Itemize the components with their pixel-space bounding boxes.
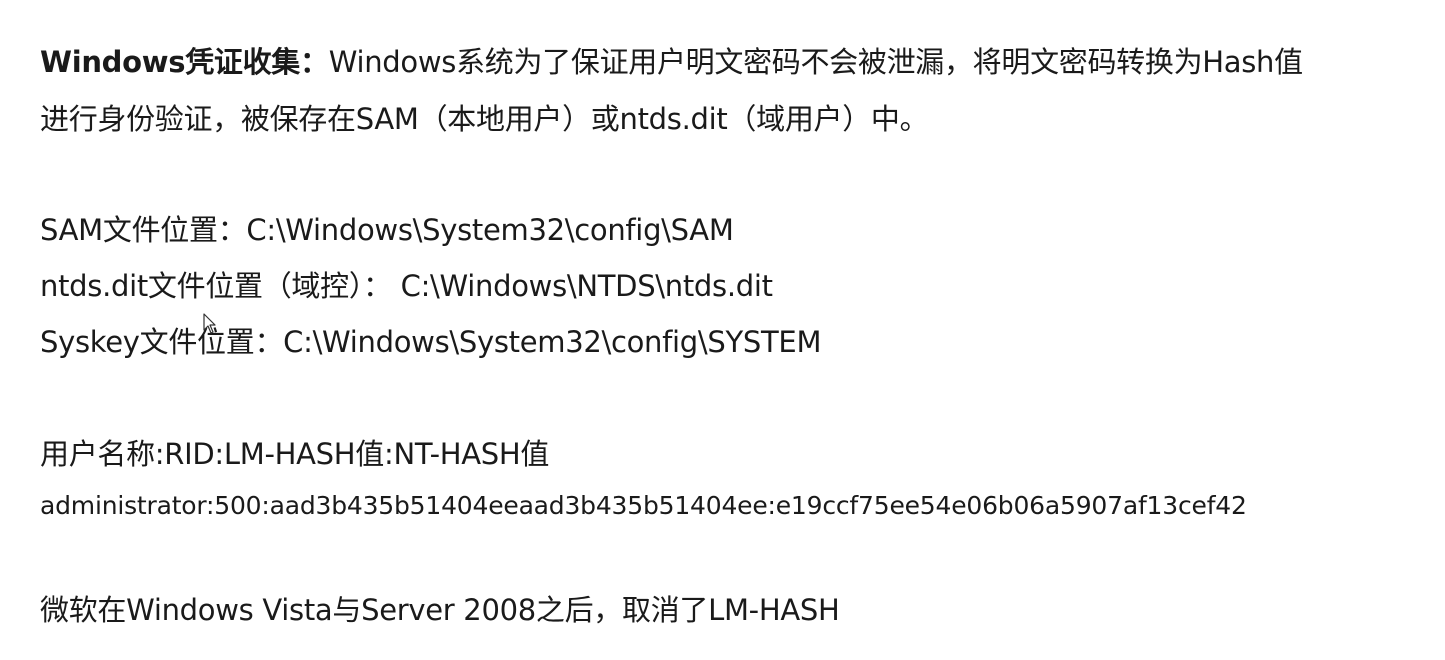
syskey-location: Syskey文件位置：C:\Windows\System32\config\SY… bbox=[40, 325, 822, 359]
intro-text-1: Windows系统为了保证用户明文密码不会被泄漏，将明文密码转换为Hash值 bbox=[328, 45, 1303, 79]
intro-heading: Windows凭证收集： bbox=[40, 45, 329, 79]
sam-location: SAM文件位置：C:\Windows\System32\config\SAM bbox=[40, 213, 734, 247]
ntds-location: ntds.dit文件位置（域控）： C:\Windows\NTDS\ntds.d… bbox=[40, 269, 773, 303]
mouse-pointer-icon bbox=[203, 313, 216, 334]
intro-line-1: Windows凭证收集：Windows系统为了保证用户明文密码不会被泄漏，将明文… bbox=[40, 42, 1303, 82]
hash-example: administrator:500:aad3b435b51404eeaad3b4… bbox=[40, 491, 1247, 520]
intro-line-2: 进行身份验证，被保存在SAM（本地用户）或ntds.dit（域用户）中。 bbox=[40, 102, 929, 136]
hash-format-label: 用户名称:RID:LM-HASH值:NT-HASH值 bbox=[40, 437, 550, 471]
lm-hash-note: 微软在Windows Vista与Server 2008之后，取消了LM-HAS… bbox=[40, 593, 840, 627]
